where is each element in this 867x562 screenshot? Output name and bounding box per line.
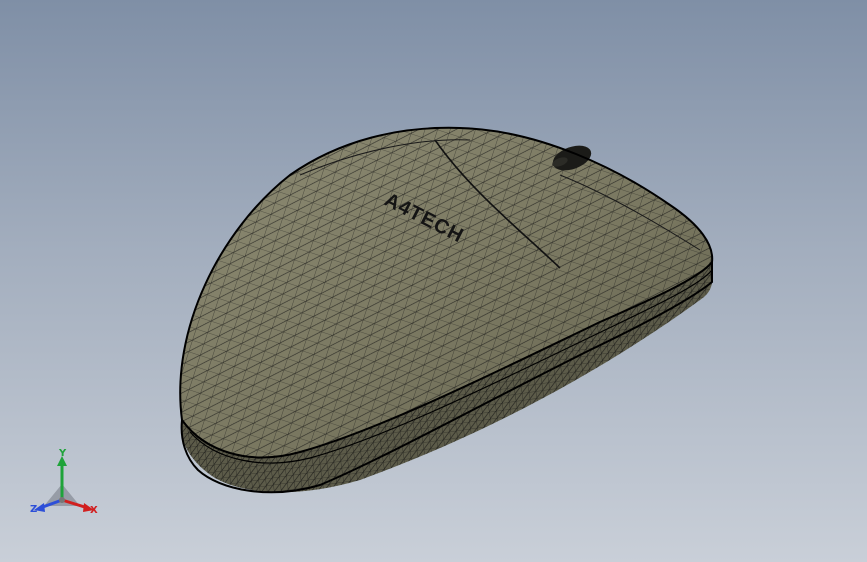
- view-orientation-triad[interactable]: Y Z X: [24, 448, 104, 528]
- cad-graphics-area[interactable]: A4TECH Y Z X: [0, 0, 867, 562]
- triad-axes: [34, 456, 94, 512]
- axis-z-label: Z: [30, 504, 38, 515]
- mouse-mesh-model[interactable]: A4TECH: [0, 0, 867, 562]
- axis-y-label: Y: [59, 448, 67, 459]
- axis-x-label: X: [90, 505, 98, 516]
